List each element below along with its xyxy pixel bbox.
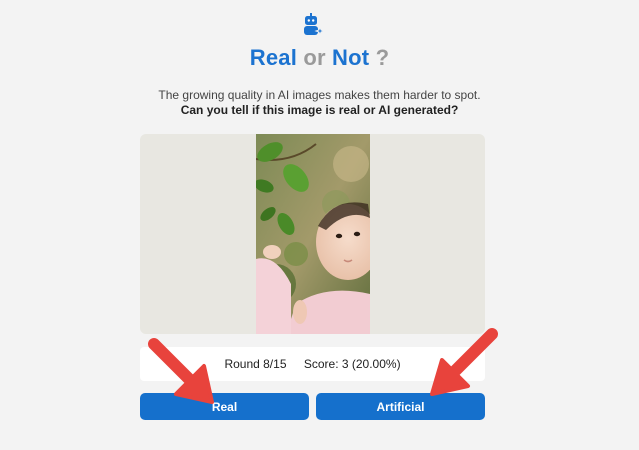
image-panel [140,134,485,334]
score-bar: Round 8/15 Score: 3 (20.00%) [140,347,485,381]
robot-sparkle-icon [304,13,324,37]
title-question-mark: ? [375,45,390,70]
game-page: Real or Not ? The growing quality in AI … [0,0,639,450]
title-word-or: or [303,45,326,70]
real-button[interactable]: Real [140,393,309,420]
artificial-button[interactable]: Artificial [316,393,485,420]
round-counter: Round 8/15 [224,357,287,371]
page-title: Real or Not ? [0,45,639,71]
question-text: Can you tell if this image is real or AI… [180,103,459,117]
score-display: Score: 3 (20.00%) [303,357,401,371]
title-word-not: Not [332,45,370,70]
subtitle-text: The growing quality in AI images makes t… [158,88,481,102]
title-word-real: Real [249,45,298,70]
baby-reaching-for-leaves-photo [256,134,370,334]
